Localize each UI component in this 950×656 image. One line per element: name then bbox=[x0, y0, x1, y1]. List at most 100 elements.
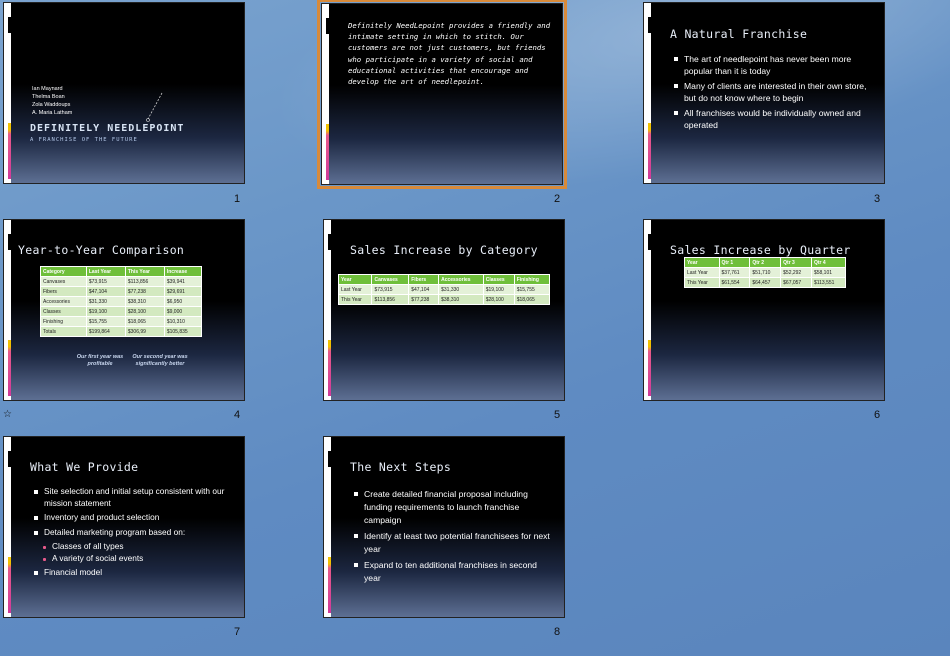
table-cell: $19,100 bbox=[85, 306, 126, 317]
table-row: Classes $19,100 $28,100 $9,000 bbox=[40, 306, 203, 317]
table-cell: Totals bbox=[40, 326, 87, 337]
table-row: Last Year $37,761 $51,710 $52,292 $58,10… bbox=[684, 267, 847, 278]
table-cell: $113,856 bbox=[371, 294, 410, 305]
slide-accent-bar bbox=[4, 437, 11, 617]
slide-thumbnail-4[interactable]: Year-to-Year Comparison Category Last Ye… bbox=[3, 219, 245, 401]
caption-second-year: Our second year was significantly better bbox=[132, 354, 188, 367]
table-cell: $306,99 bbox=[124, 326, 165, 337]
bullet-item: Financial model bbox=[34, 567, 234, 579]
slide-accent-bar bbox=[644, 220, 651, 400]
table-cell: $113,856 bbox=[124, 276, 165, 287]
slide-number: 1 bbox=[234, 193, 241, 205]
table-header: Qtr 3 bbox=[780, 257, 812, 268]
table-header: Classes bbox=[482, 274, 515, 285]
table-cell: $18,065 bbox=[513, 294, 551, 305]
bullet-list: Create detailed financial proposal inclu… bbox=[354, 488, 550, 588]
table-cell: $47,104 bbox=[85, 286, 126, 297]
slide-number: 4 bbox=[234, 409, 241, 421]
slide-title: What We Provide bbox=[30, 460, 139, 474]
table-row: Totals $199,864 $306,99 $105,835 bbox=[40, 326, 203, 337]
table-cell: This Year bbox=[337, 294, 373, 305]
table-header: Increase bbox=[163, 266, 203, 277]
table-cell: $19,100 bbox=[482, 284, 515, 295]
table-header: Category bbox=[40, 266, 87, 277]
slide-accent-bar bbox=[322, 4, 329, 184]
table-cell: Accessories bbox=[40, 296, 87, 307]
slide-thumbnail-2[interactable]: Definitely NeedLepoint provides a friend… bbox=[317, 0, 567, 189]
bullet-list: The art of needlepoint has never been mo… bbox=[674, 53, 870, 134]
slide-number: 5 bbox=[554, 409, 561, 421]
table-cell: $67,057 bbox=[780, 277, 812, 288]
slide-title: The Next Steps bbox=[350, 460, 452, 474]
table-row: Accessories $31,330 $38,310 $6,950 bbox=[40, 296, 203, 307]
slide-thumbnail-1[interactable]: Ian Maynard Thelma Boan Zola Waddoups A.… bbox=[3, 2, 245, 184]
slide-title: DEFINITELY NEEDLEPOINT bbox=[30, 123, 185, 134]
author-name: Ian Maynard bbox=[32, 86, 63, 92]
bullet-item: Identify at least two potential franchis… bbox=[354, 530, 550, 556]
table-cell: $9,000 bbox=[163, 306, 203, 317]
table-cell: $52,292 bbox=[780, 267, 812, 278]
slide-title: Sales Increase by Quarter bbox=[670, 243, 851, 257]
slide-accent-bar bbox=[324, 220, 331, 400]
bullet-item: Create detailed financial proposal inclu… bbox=[354, 488, 550, 527]
table-cell: $58,101 bbox=[810, 267, 847, 278]
table-cell: Last Year bbox=[684, 267, 720, 278]
slide-thumbnail-6[interactable]: Sales Increase by Quarter Year Qtr 1 Qtr… bbox=[643, 219, 885, 401]
slide-thumbnail-7[interactable]: What We Provide Site selection and initi… bbox=[3, 436, 245, 618]
star-transition-icon[interactable]: ☆ bbox=[3, 409, 12, 420]
table-cell: $37,761 bbox=[718, 267, 751, 278]
author-name: Thelma Boan bbox=[32, 94, 65, 100]
table-cell: Classes bbox=[40, 306, 87, 317]
table-header: Fibers bbox=[408, 274, 440, 285]
sub-bullet-item: Classes of all types bbox=[34, 541, 234, 553]
slide-number: 7 bbox=[234, 626, 241, 638]
slide-number: 3 bbox=[874, 193, 881, 205]
table-cell: Fibers bbox=[40, 286, 87, 297]
table-header: Year bbox=[337, 274, 373, 285]
table-row: This Year $113,856 $77,238 $38,310 $28,1… bbox=[337, 294, 551, 305]
table-cell: $28,100 bbox=[124, 306, 165, 317]
table-cell: $39,941 bbox=[163, 276, 203, 287]
slide-thumbnail-8[interactable]: The Next Steps Create detailed financial… bbox=[323, 436, 565, 618]
table-row: Fibers $47,104 $77,238 $29,691 bbox=[40, 286, 203, 297]
table-cell: $77,238 bbox=[124, 286, 165, 297]
category-table: Year Canvases Fibers Accessories Classes… bbox=[337, 274, 551, 305]
table-header: Qtr 2 bbox=[749, 257, 782, 268]
table-header: This Year bbox=[124, 266, 165, 277]
needle-thread-icon bbox=[146, 92, 163, 122]
table-row: This Year $61,554 $64,457 $67,057 $113,5… bbox=[684, 277, 847, 288]
quarter-table: Year Qtr 1 Qtr 2 Qtr 3 Qtr 4 Last Year $… bbox=[684, 257, 847, 288]
table-cell: $31,330 bbox=[438, 284, 484, 295]
author-names: Ian Maynard Thelma Boan Zola Waddoups A.… bbox=[32, 85, 72, 117]
bullet-item: Expand to ten additional franchises in s… bbox=[354, 559, 550, 585]
table-cell: $61,554 bbox=[718, 277, 751, 288]
slide-accent-bar bbox=[324, 437, 331, 617]
table-cell: $29,691 bbox=[163, 286, 203, 297]
slide-thumbnail-5[interactable]: Sales Increase by Category Year Canvases… bbox=[323, 219, 565, 401]
bullet-item: Many of clients are interested in their … bbox=[674, 80, 870, 104]
slide-accent-bar bbox=[4, 3, 11, 183]
slide-accent-bar bbox=[644, 3, 651, 183]
author-name: A. Maria Latham bbox=[32, 110, 73, 116]
slide-quote: Definitely NeedLepoint provides a friend… bbox=[348, 21, 551, 87]
table-cell: $73,915 bbox=[371, 284, 410, 295]
table-cell: $64,457 bbox=[749, 277, 782, 288]
slide-number: 2 bbox=[554, 193, 561, 205]
table-header: Last Year bbox=[85, 266, 126, 277]
slide-thumbnail-3[interactable]: A Natural Franchise The art of needlepoi… bbox=[643, 2, 885, 184]
slide-number: 6 bbox=[874, 409, 881, 421]
table-cell: $10,310 bbox=[163, 316, 203, 327]
author-name: Zola Waddoups bbox=[32, 102, 71, 108]
table-header: Year bbox=[684, 257, 720, 268]
table-cell: $28,100 bbox=[482, 294, 515, 305]
bullet-item: Detailed marketing program based on: bbox=[34, 527, 234, 539]
table-cell: $47,104 bbox=[408, 284, 440, 295]
bullet-item: Site selection and initial setup consist… bbox=[34, 486, 234, 509]
comparison-table: Category Last Year This Year Increase Ca… bbox=[40, 266, 203, 337]
sub-bullet-item: A variety of social events bbox=[34, 553, 234, 565]
bullet-item: All franchises would be individually own… bbox=[674, 107, 870, 131]
table-cell: $77,238 bbox=[408, 294, 440, 305]
table-cell: $113,551 bbox=[810, 277, 847, 288]
table-header: Qtr 1 bbox=[718, 257, 751, 268]
table-header: Qtr 4 bbox=[810, 257, 847, 268]
